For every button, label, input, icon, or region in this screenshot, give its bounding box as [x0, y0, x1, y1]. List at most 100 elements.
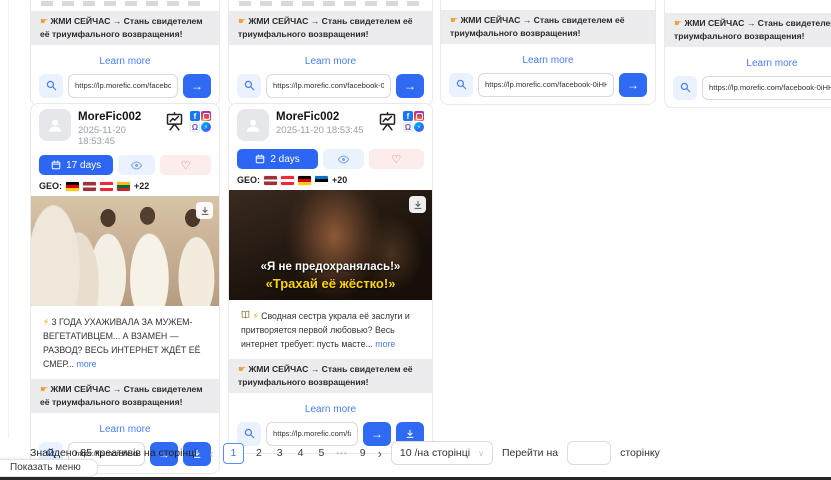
creative-image[interactable]: «Я не предохранялась!» «Трахай её жёстко…	[229, 190, 432, 300]
creative-card-tail: ☛ ЖМИ СЕЙЧАС → Стань свидетелем её триум…	[30, 0, 220, 106]
pages-ellipsis[interactable]: •••	[336, 449, 347, 458]
country-flag	[298, 176, 311, 185]
page-size-select[interactable]: 10 /на сторінці∨	[391, 441, 493, 465]
page-4[interactable]: 4	[295, 447, 307, 459]
country-flag	[117, 182, 130, 191]
arrow-right-icon: →	[627, 78, 639, 92]
instagram-icon[interactable]	[201, 111, 211, 121]
views-button[interactable]	[323, 149, 364, 169]
page-2[interactable]: 2	[253, 447, 265, 459]
presentation-board-icon[interactable]	[164, 111, 185, 137]
goto-page-input[interactable]	[567, 441, 611, 465]
facebook-icon[interactable]	[190, 111, 200, 121]
country-flag	[281, 176, 294, 185]
country-flag	[83, 182, 96, 191]
ad-text: ⚡ Сводная сестра украла её заслуги и при…	[229, 300, 432, 359]
lightning-icon: ⚡	[252, 311, 258, 321]
pointing-hand-icon: ☛	[238, 364, 246, 374]
cta-text: ЖМИ СЕЙЧАС → Стань свидетелем её триумфа…	[40, 384, 203, 407]
geo-label: GEO:	[237, 175, 260, 185]
clipped-content	[239, 1, 422, 6]
days-active-button[interactable]: 17 days	[39, 155, 113, 175]
messenger-icon[interactable]	[201, 122, 211, 132]
cta-text: ЖМИ СЕЙЧАС → Стань свидетелем её триумфа…	[238, 16, 413, 39]
cta-text: ЖМИ СЕЙЧАС → Стань свидетелем её триумфа…	[674, 18, 831, 41]
heart-icon: ♡	[181, 159, 191, 172]
learn-more-link[interactable]: Learn more	[441, 55, 655, 66]
prev-page-button[interactable]: ‹	[210, 446, 214, 461]
search-icon[interactable]	[39, 74, 63, 98]
favorite-button[interactable]: ♡	[160, 155, 211, 175]
cta-bar: ☛ ЖМИ СЕЙЧАС → Стань свидетелем её триум…	[665, 13, 831, 47]
search-icon[interactable]	[237, 74, 261, 98]
pointing-hand-icon: ☛	[238, 16, 246, 26]
arrow-right-icon: →	[371, 427, 383, 441]
ad-library-page: ☛ ЖМИ СЕЙЧАС → Стань свидетелем её триум…	[0, 0, 831, 480]
creative-card: MoreFic002 2025-11-20 18:53:45 2 days ♡	[228, 103, 433, 454]
eye-icon	[337, 153, 350, 166]
messenger-icon[interactable]	[414, 122, 424, 132]
favorite-button[interactable]: ♡	[369, 149, 424, 169]
cta-text: ЖМИ СЕЙЧАС → Стань свидетелем её триумфа…	[238, 364, 413, 387]
page-last[interactable]: 9	[357, 447, 369, 459]
views-button[interactable]	[118, 155, 155, 175]
creative-card-tail: ☛ ЖМИ СЕЙЧАС → Стань свидетелем её триум…	[664, 0, 831, 108]
learn-more-link[interactable]: Learn more	[31, 56, 219, 67]
cta-bar: ☛ ЖМИ СЕЙЧАС → Стань свидетелем её триум…	[229, 359, 432, 393]
show-menu-button[interactable]: Показать меню	[0, 459, 98, 477]
download-icon	[200, 206, 210, 216]
avatar	[39, 109, 71, 141]
landing-url-input[interactable]	[68, 74, 178, 98]
chevron-down-icon: ∨	[478, 449, 484, 458]
pagination-bar: Знайдено 85 креативів на сторінці ‹ 1 2 …	[30, 440, 831, 466]
creative-card-tail: ☛ ЖМИ СЕЙЧАС → Стань свидетелем её триум…	[228, 0, 433, 106]
country-flag	[66, 182, 79, 191]
geo-more-count[interactable]: +22	[134, 181, 149, 191]
landing-url-input[interactable]	[702, 76, 831, 100]
download-image-button[interactable]	[409, 196, 426, 213]
next-page-button[interactable]: ›	[378, 446, 382, 461]
arrow-right-icon: →	[404, 79, 416, 93]
days-label: 2 days	[270, 154, 299, 165]
learn-more-link[interactable]: Learn more	[31, 424, 219, 435]
page-1-active[interactable]: 1	[223, 443, 244, 464]
calendar-icon	[51, 160, 61, 170]
search-icon[interactable]	[673, 76, 697, 100]
goto-suffix-label: сторінку	[620, 447, 660, 459]
search-icon[interactable]	[449, 73, 473, 97]
landing-url-input[interactable]	[266, 74, 391, 98]
open-url-button[interactable]: →	[396, 74, 424, 98]
page-3[interactable]: 3	[274, 447, 286, 459]
presentation-board-icon[interactable]	[377, 111, 398, 137]
creative-datetime: 2025-11-20 18:53:45	[276, 125, 370, 136]
country-flag	[315, 176, 328, 185]
pointing-hand-icon: ☛	[674, 18, 682, 28]
download-icon	[405, 429, 415, 439]
avatar	[237, 109, 269, 141]
country-flag	[100, 182, 113, 191]
days-active-button[interactable]: 2 days	[237, 149, 318, 169]
open-url-button[interactable]: →	[619, 73, 647, 97]
download-image-button[interactable]	[196, 202, 213, 219]
country-flag	[264, 176, 277, 185]
creative-image[interactable]	[31, 196, 219, 306]
open-url-button[interactable]: →	[183, 74, 211, 98]
more-link[interactable]: more	[76, 359, 96, 369]
page-5[interactable]: 5	[315, 447, 327, 459]
heart-icon: ♡	[391, 153, 401, 166]
audience-network-icon[interactable]	[403, 122, 413, 132]
facebook-icon[interactable]	[403, 111, 413, 121]
cta-bar: ☛ ЖМИ СЕЙЧАС → Стань свидетелем её триум…	[31, 11, 219, 45]
more-link[interactable]: more	[375, 339, 395, 349]
learn-more-link[interactable]: Learn more	[229, 56, 432, 67]
creative-card: MoreFic002 2025-11-20 18:53:45 17 days	[30, 103, 220, 474]
advertiser-name: MoreFic002	[78, 111, 157, 123]
landing-url-input[interactable]	[478, 73, 614, 97]
audience-network-icon[interactable]	[190, 122, 200, 132]
instagram-icon[interactable]	[414, 111, 424, 121]
geo-more-count[interactable]: +20	[332, 175, 347, 185]
learn-more-link[interactable]: Learn more	[665, 58, 831, 69]
cta-bar: ☛ ЖМИ СЕЙЧАС → Стань свидетелем её триум…	[229, 11, 432, 45]
learn-more-link[interactable]: Learn more	[229, 404, 432, 415]
pointing-hand-icon: ☛	[450, 15, 458, 25]
